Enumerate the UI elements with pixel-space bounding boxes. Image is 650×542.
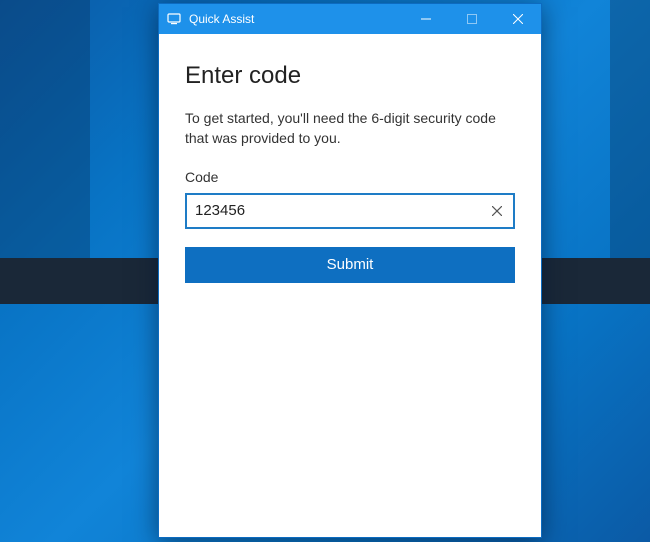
minimize-icon [421, 14, 431, 24]
code-input[interactable] [187, 195, 481, 227]
code-input-wrapper [185, 193, 515, 229]
maximize-button [449, 4, 495, 34]
minimize-button[interactable] [403, 4, 449, 34]
maximize-icon [467, 14, 477, 24]
instructions-text: To get started, you'll need the 6-digit … [185, 108, 515, 149]
close-button[interactable] [495, 4, 541, 34]
window-content: Enter code To get started, you'll need t… [159, 34, 541, 303]
page-heading: Enter code [185, 62, 515, 90]
submit-button[interactable]: Submit [185, 247, 515, 283]
app-icon [159, 12, 189, 26]
clear-input-button[interactable] [481, 195, 513, 227]
window-controls [403, 4, 541, 34]
window-title: Quick Assist [189, 12, 254, 26]
clear-icon [492, 206, 502, 216]
quick-assist-window: Quick Assist Enter code To get [158, 3, 542, 538]
titlebar[interactable]: Quick Assist [159, 4, 541, 34]
code-label: Code [185, 169, 515, 185]
close-icon [513, 14, 523, 24]
